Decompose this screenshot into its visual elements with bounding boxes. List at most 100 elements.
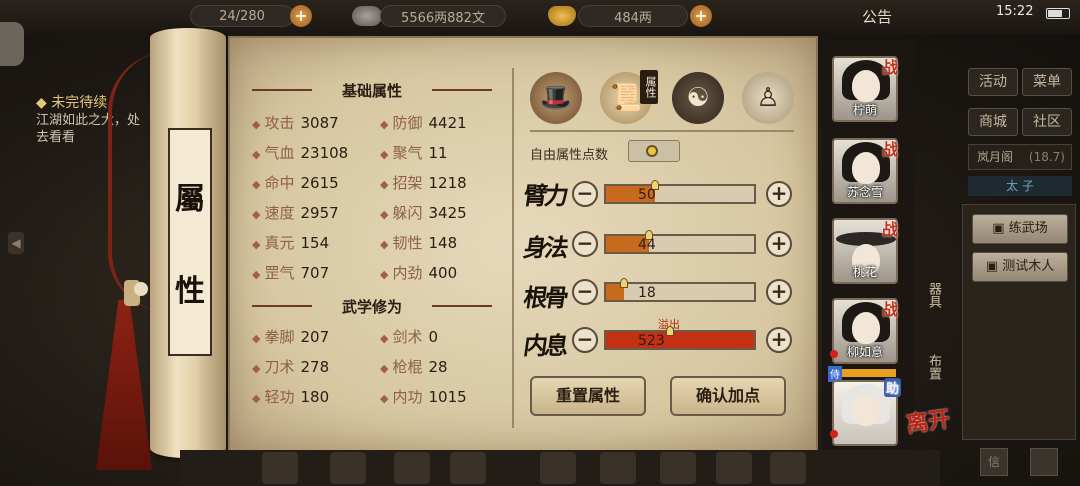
player-avatar[interactable] [0,22,24,66]
region-tag: 太 子 [968,176,1072,196]
tassel-bead [134,282,148,296]
panel-divider [512,68,514,428]
free-points-label: 自由属性点数 [530,148,609,163]
free-points-icon [646,145,658,157]
equipment-side-button[interactable]: 器具 [924,282,943,308]
strength-minus-button[interactable]: − [572,181,598,207]
constitution-minus-button[interactable]: − [572,279,598,305]
test-dummy-button[interactable]: ▣ 测试木人 [972,252,1068,282]
community-button[interactable]: 社区 [1022,108,1072,136]
bottom-nav-icon[interactable] [660,452,696,484]
info-button[interactable]: 信 [980,448,1008,476]
agility-minus-button[interactable]: − [572,231,598,257]
confirm-points-button[interactable]: 确认加点 [670,376,786,416]
inner-breath-bar-fill [606,332,754,348]
stat-accuracy: ◆ 命中 2615 [252,174,339,192]
inner-breath-bar-marker [666,326,674,336]
region-coords: (18.7) [1028,150,1065,164]
collapse-arrow-icon[interactable]: ◀ [8,232,24,254]
add-gold-button[interactable]: + [690,5,712,27]
strength-bar: 50 [604,180,756,204]
battle-badge: 战 [882,58,899,77]
menu-button[interactable]: 菜单 [1022,68,1072,96]
attr-label-agility: 身法 [521,233,568,262]
party-member-name: 柠萌 [852,103,877,117]
stat-blade: ◆ 刀术 278 [252,358,330,376]
activity-button[interactable]: 活动 [968,68,1018,96]
party-member-name: 苏念雪 [846,185,883,199]
bottom-nav-icon[interactable] [770,452,806,484]
hero-face [852,394,880,426]
stat-true-energy: ◆ 真元 154 [252,234,330,252]
inner-breath-value: 523 [638,333,665,349]
battle-badge: 战 [882,220,899,239]
stat-hp: ◆ 气血 23108 [252,144,349,162]
bottom-nav-icon[interactable] [262,452,298,484]
party-member-name: 柳如意 [846,345,883,359]
training-ground-button[interactable]: ▣ 练武场 [972,214,1068,244]
battery-icon [1046,8,1070,19]
reset-attributes-button[interactable]: 重置属性 [530,376,646,416]
tab-meridian-body-icon[interactable]: ♙ [742,72,794,124]
stamina-display: 24/280 [190,5,294,27]
stat-dodge: ◆ 躲闪 3425 [380,204,467,222]
martial-arts-title: 武学修为 [252,296,492,317]
battle-badge: 战 [882,300,899,319]
party-member-name: 桃花 [852,265,877,279]
bottom-nav-icon[interactable] [330,452,366,484]
scroll-title-plaque: 屬 性 [168,128,212,356]
scroll-title-char: 屬 [175,182,205,217]
constitution-plus-button[interactable]: + [766,279,792,305]
bottom-nav-icon[interactable] [540,452,576,484]
settings-square-button[interactable] [1030,448,1058,476]
scroll-title-char: 性 [175,274,205,309]
stat-sword: ◆ 剑术 0 [380,328,439,346]
stat-toughness: ◆ 韧性 148 [380,234,458,252]
layout-side-button[interactable]: 布置 [924,354,943,380]
agility-plus-button[interactable]: + [766,231,792,257]
stat-gangqi: ◆ 罡气 707 [252,264,330,282]
stat-neigong: ◆ 内功 1015 [380,388,467,406]
quest-title[interactable]: ◆ 未完待续 [36,92,107,112]
stat-parry: ◆ 招架 1218 [380,174,467,192]
bottom-nav-icon[interactable] [394,452,430,484]
hero-face [852,152,880,184]
inner-breath-bar: 523 [604,326,756,350]
tab-attributes-badge: 属性 [640,70,658,104]
attr-label-strength: 臂力 [521,181,568,210]
stat-fist: ◆ 拳脚 207 [252,328,330,346]
gold-ingot-icon [548,6,576,26]
tab-underline [530,130,794,132]
stat-spear: ◆ 枪棍 28 [380,358,448,376]
battle-badge: 战 [882,140,899,159]
bottom-nav-icon[interactable] [450,452,486,484]
copper-coin-icon [352,6,382,26]
agility-bar: 44 [604,230,756,254]
tab-equipment-hat-icon[interactable]: 🎩 [530,72,582,124]
strength-plus-button[interactable]: + [766,181,792,207]
stat-qinggong: ◆ 轻功 180 [252,388,330,406]
leave-button[interactable]: 离开 [904,401,952,439]
inner-breath-minus-button[interactable]: − [572,327,598,353]
constitution-bar-marker [619,278,628,288]
region-display[interactable]: 岚月阁 (18.7) [968,144,1072,170]
coins-display: 5566两882文 [380,5,506,27]
base-attributes-title: 基础属性 [252,80,492,101]
clock: 15:22 [996,4,1034,19]
attr-label-constitution: 根骨 [521,283,568,312]
agility-value: 44 [638,237,656,253]
attr-label-inner-breath: 内息 [521,331,568,360]
mall-button[interactable]: 商城 [968,108,1018,136]
tab-bagua-icon[interactable]: ☯ [672,72,724,124]
serve-bar [842,369,896,377]
add-stamina-button[interactable]: + [290,5,312,27]
notice-button[interactable]: 公告 [862,6,892,27]
stat-inner-force: ◆ 内劲 400 [380,264,458,282]
inner-breath-plus-button[interactable]: + [766,327,792,353]
stat-gather: ◆ 聚气 11 [380,144,448,162]
region-name: 岚月阁 [977,150,1014,164]
bottom-nav-icon[interactable] [600,452,636,484]
bottom-nav-icon[interactable] [716,452,752,484]
hero-face [852,70,880,102]
stat-attack: ◆ 攻击 3087 [252,114,339,132]
